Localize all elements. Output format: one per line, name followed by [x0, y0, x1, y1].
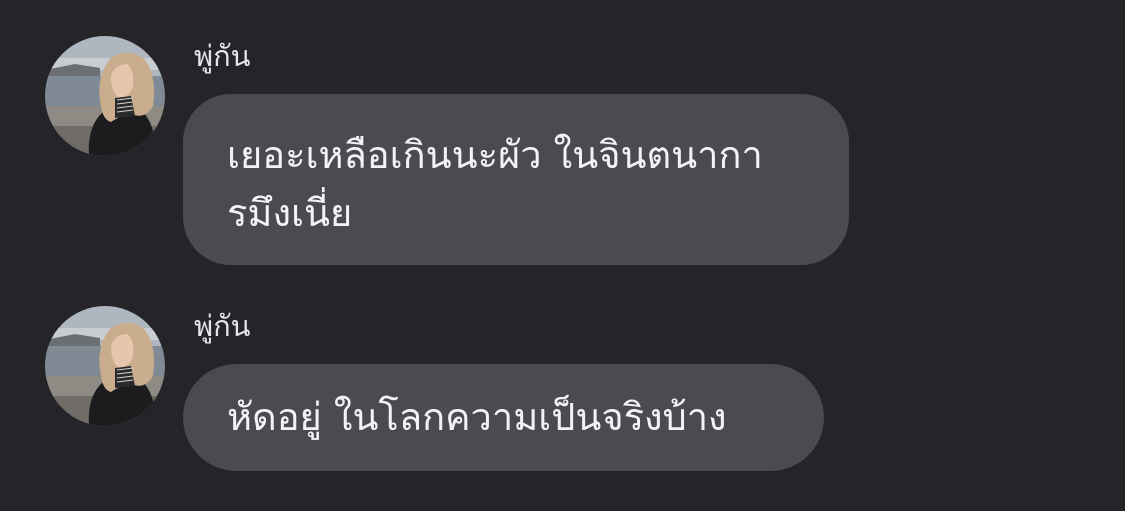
sender-avatar[interactable] [45, 36, 165, 156]
profile-photo-icon [45, 36, 165, 156]
profile-photo-icon [45, 306, 165, 426]
message-group: พู่กัน หัดอยู่ ในโลกความเป็นจริงบ้าง [0, 280, 1125, 511]
sender-name: พู่กัน [194, 309, 251, 343]
message-bubble[interactable]: หัดอยู่ ในโลกความเป็นจริงบ้าง [183, 364, 824, 471]
message-bubble[interactable]: เยอะเหลือเกินนะผัว ในจินตนากา รมึงเนี่ย [183, 94, 849, 265]
message-text-line: หัดอยู่ ในโลกความเป็นจริงบ้าง [227, 395, 727, 439]
message-text-line: เยอะเหลือเกินนะผัว ในจินตนากา [227, 133, 763, 177]
message-text-line: รมึงเนี่ย [227, 191, 353, 235]
message-group: พู่กัน เยอะเหลือเกินนะผัว ในจินตนากา รมึ… [0, 0, 1125, 280]
sender-name: พู่กัน [194, 39, 251, 73]
chat-thread: พู่กัน เยอะเหลือเกินนะผัว ในจินตนากา รมึ… [0, 0, 1125, 511]
sender-avatar[interactable] [45, 306, 165, 426]
